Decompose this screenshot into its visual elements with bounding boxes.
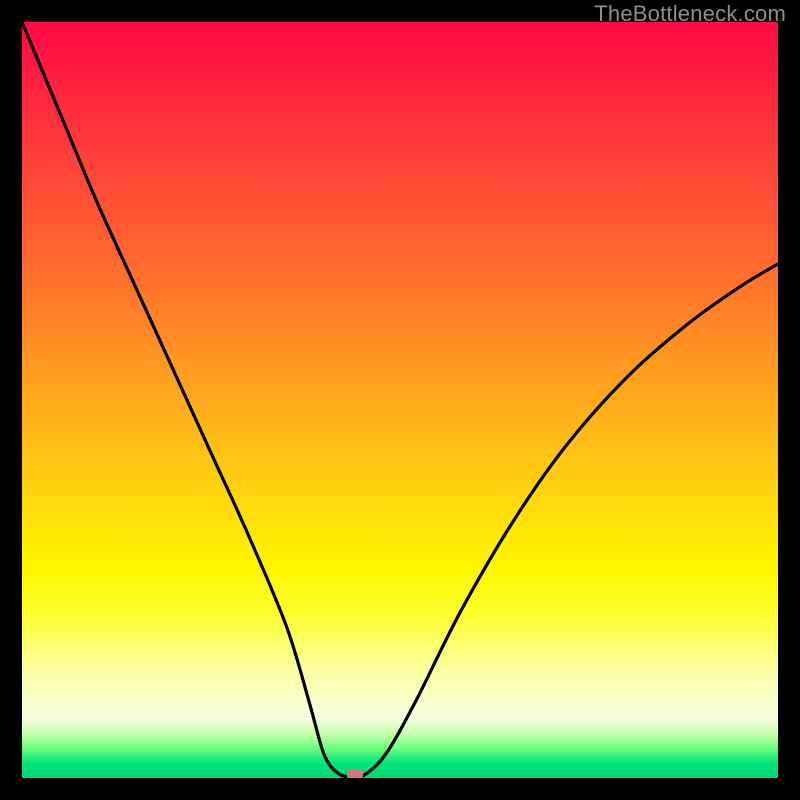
plot-area xyxy=(22,22,778,778)
watermark-text: TheBottleneck.com xyxy=(594,1,786,27)
chart-frame: TheBottleneck.com xyxy=(0,0,800,800)
optimum-marker xyxy=(347,769,363,778)
bottleneck-curve xyxy=(22,22,778,778)
